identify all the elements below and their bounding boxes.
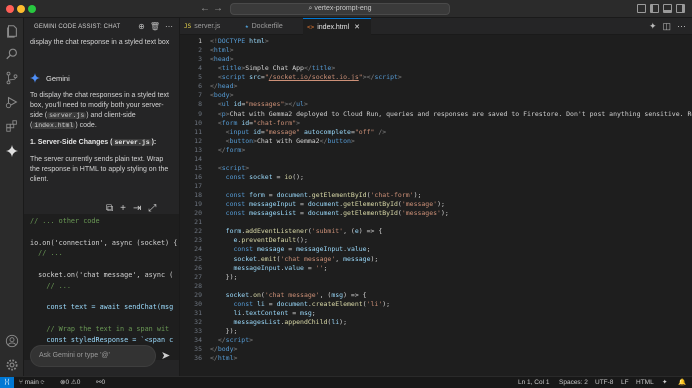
line-numbers: 1 2 3 4 5 6 7 8 9 10 11 12 13 14 15 16 17 18 19 20 21 22 23 24 2… <box>194 37 202 363</box>
docker-file-icon: ★ <box>245 23 249 30</box>
command-center-label: vertex-prompt-eng <box>314 5 372 12</box>
assistant-name: Gemini <box>46 74 70 83</box>
command-center[interactable]: ⌕ vertex-prompt-eng <box>230 3 450 15</box>
tab-dockerfile[interactable]: ★ Dockerfile <box>241 18 301 35</box>
search-icon[interactable] <box>5 47 19 61</box>
close-tab-icon[interactable]: ✕ <box>354 24 360 31</box>
activity-bar <box>0 18 24 376</box>
status-bar: ⟩⟨ ⑂ main ⟳ ⊗0 ⚠0 ⚯0 Ln 1, Col 1 Spaces:… <box>0 376 692 388</box>
panel-actions: ⊕ 🗑 ⋯ <box>133 22 173 31</box>
chat-input[interactable]: Ask Gemini or type '@' <box>30 345 156 367</box>
indentation[interactable]: Spaces: 2 <box>559 377 588 388</box>
line-ending[interactable]: LF <box>621 377 629 388</box>
section-title: 1. Server-Side Changes ( <box>30 139 113 146</box>
arrow-left-icon[interactable]: ← <box>200 3 210 14</box>
assistant-intro: To display the chat responses in a style… <box>30 91 170 131</box>
code-line: socket.on('chat message', async ( <box>30 270 174 279</box>
section-close: ): <box>151 139 157 146</box>
explorer-icon[interactable] <box>5 24 19 38</box>
toggle-secondary-sidebar-icon[interactable] <box>676 4 685 13</box>
layout-toggle-icon[interactable] <box>637 4 646 13</box>
gemini-icon[interactable] <box>5 144 19 158</box>
diff-icon[interactable]: ⇥ <box>133 203 141 214</box>
code-line: const text = await sendChat(msg <box>30 303 174 312</box>
problems-indicator[interactable]: ⊗0 ⚠0 <box>60 377 80 388</box>
branch-indicator[interactable]: ⑂ main ⟳ <box>19 377 45 388</box>
code-line: io.on('connection', async (socket) { <box>30 238 178 247</box>
new-chat-icon[interactable]: ⊕ <box>138 22 145 31</box>
tab-label: server.js <box>194 23 221 30</box>
gemini-avatar-icon <box>30 73 40 83</box>
more-icon[interactable]: ⋯ <box>165 22 173 31</box>
code-block-actions: ⧉ + ⇥ ⤢ <box>106 203 163 214</box>
ports-indicator[interactable]: ⚯0 <box>96 377 105 388</box>
user-message: display the chat response in a styled te… <box>30 39 170 46</box>
code-line: // ... <box>30 249 63 258</box>
split-editor-icon[interactable]: ◫ <box>662 21 671 31</box>
file-chip-index[interactable]: index.html <box>32 122 76 129</box>
account-icon[interactable] <box>5 334 19 348</box>
js-file-icon: JS <box>184 23 192 30</box>
section-heading: 1. Server-Side Changes (server.js): <box>30 138 170 148</box>
insert-icon[interactable]: + <box>120 203 126 214</box>
branch-name: main <box>24 379 39 386</box>
remote-icon[interactable]: ⟩⟨ <box>0 377 14 388</box>
code-editor[interactable]: 1 2 3 4 5 6 7 8 9 10 11 12 13 14 15 16 17 18 19 20 21 22 23 24 2… <box>180 35 692 376</box>
extensions-icon[interactable] <box>5 119 19 133</box>
run-debug-icon[interactable] <box>5 95 19 109</box>
code-content[interactable]: <!DOCTYPE html> <html> <head> <title>Sim… <box>210 37 692 363</box>
gemini-status-icon[interactable]: ✦ <box>662 377 667 388</box>
title-bar: ← → ⌕ vertex-prompt-eng <box>0 0 692 18</box>
tab-index-html[interactable]: <> index.html ✕ <box>303 18 371 35</box>
toggle-panel-icon[interactable] <box>663 4 672 13</box>
toggle-sidebar-icon[interactable] <box>650 4 659 13</box>
editor-actions: ✦ ◫ ⋯ <box>643 21 686 32</box>
send-icon[interactable]: ➤ <box>161 349 170 362</box>
close-window-button[interactable] <box>6 5 14 13</box>
settings-icon[interactable] <box>5 358 19 372</box>
trash-icon[interactable]: 🗑 <box>150 22 160 31</box>
editor-tabs: JS server.js ★ Dockerfile <> index.html ✕ ✦… <box>180 18 692 35</box>
encoding[interactable]: UTF-8 <box>595 377 613 388</box>
html-file-icon: <> <box>307 24 315 31</box>
intro-text-3: ) code. <box>75 122 97 129</box>
code-snippet: // ... other code io.on('connection', as… <box>24 214 179 360</box>
ports-count: 0 <box>101 379 106 386</box>
sync-icon: ⟳ <box>40 379 45 386</box>
tab-server-js[interactable]: JS server.js <box>180 18 240 35</box>
copy-icon[interactable]: ⧉ <box>106 203 113 214</box>
cursor-position[interactable]: Ln 1, Col 1 <box>518 377 549 388</box>
code-line: const styledResponse = `<span c <box>30 335 174 344</box>
code-line: // Wrap the text in a span wit <box>30 324 170 333</box>
code-line: // ... other code <box>30 217 100 225</box>
language-mode[interactable]: HTML <box>636 377 654 388</box>
minimize-window-button[interactable] <box>17 5 25 13</box>
tab-label: index.html <box>317 24 350 31</box>
more-icon[interactable]: ⋯ <box>677 21 686 31</box>
source-control-icon[interactable] <box>5 71 19 85</box>
warning-count: 0 <box>76 379 81 386</box>
file-chip-server[interactable]: server.js <box>47 112 87 119</box>
notifications-icon[interactable]: 🔔 <box>678 377 686 388</box>
gemini-chat-panel: GEMINI CODE ASSIST: CHAT ⊕ 🗑 ⋯ display the… <box>24 18 180 376</box>
maximize-window-button[interactable] <box>28 5 36 13</box>
error-count: 0 <box>65 379 70 386</box>
code-line: // ... <box>30 281 71 290</box>
section-body: The server currently sends plain text. W… <box>30 156 169 183</box>
expand-icon[interactable]: ⤢ <box>148 203 156 214</box>
arrow-right-icon[interactable]: → <box>213 3 223 14</box>
section-chip[interactable]: server.js <box>112 139 152 146</box>
tab-label: Dockerfile <box>251 23 283 30</box>
gemini-sparkle-icon[interactable]: ✦ <box>649 21 657 31</box>
